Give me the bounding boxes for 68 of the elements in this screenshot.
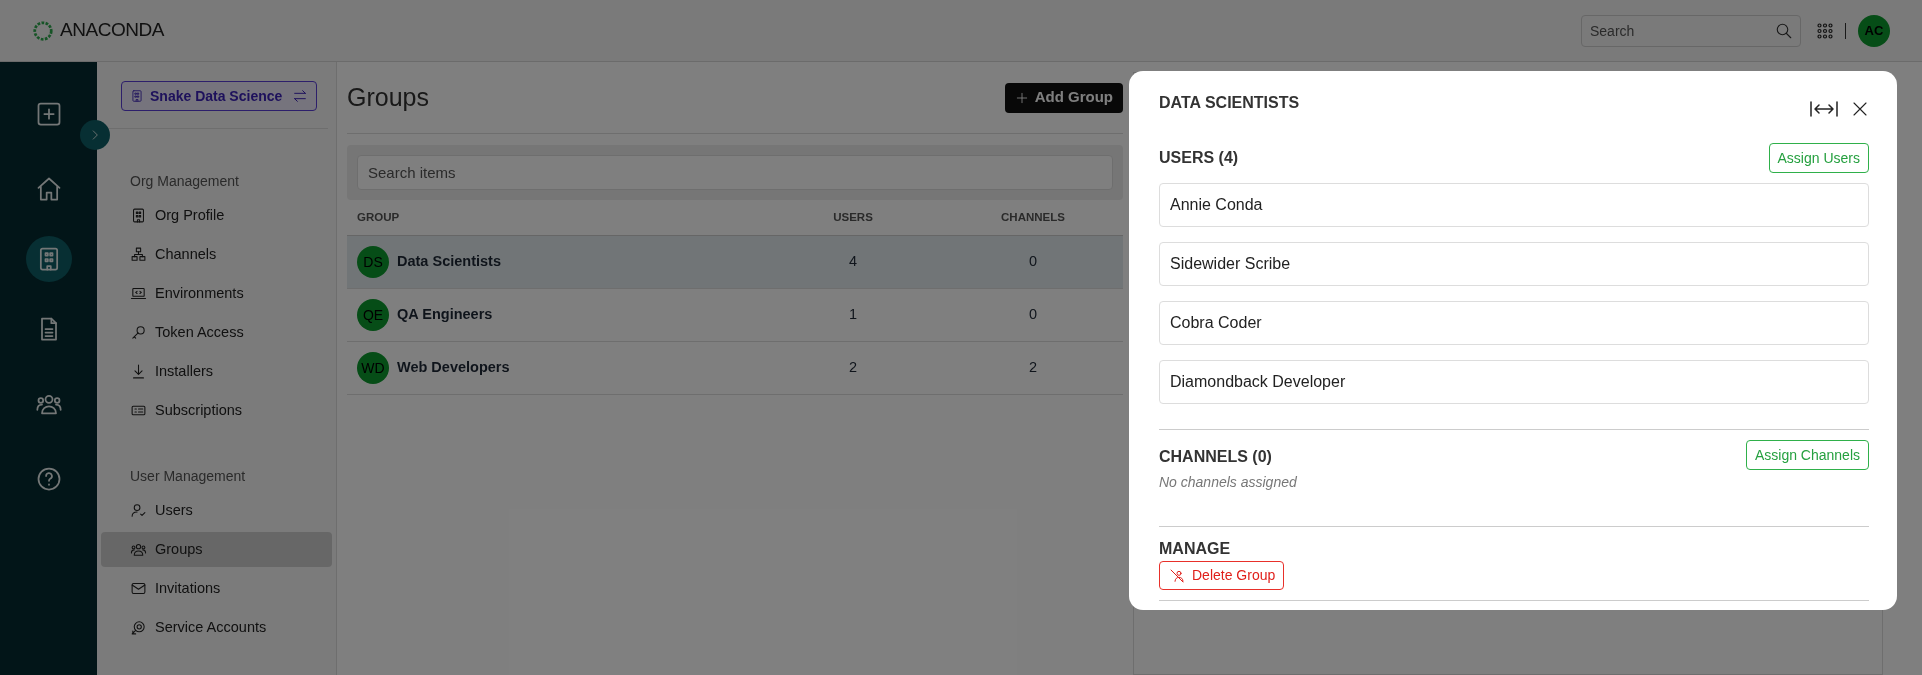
rail-button[interactable] (25, 236, 72, 282)
logo-text: ANACONDA (60, 18, 164, 43)
channels-count: 2 (1028, 359, 1038, 376)
column-header: USERS (833, 210, 873, 223)
laptop-icon (130, 285, 147, 302)
assign-users-button[interactable]: Assign Users (1768, 143, 1869, 173)
empty-channels-text: No channels assigned (1159, 473, 1297, 492)
close-icon (1851, 100, 1869, 118)
drawer-title: DATA SCIENTISTS (1159, 93, 1300, 113)
section-heading: User Management (129, 467, 247, 486)
section-heading: MANAGE (1159, 539, 1231, 559)
sidebar-item[interactable]: Org Profile (101, 198, 332, 233)
users-count: 4 (848, 253, 858, 270)
close-button[interactable] (1851, 100, 1869, 118)
user-check-icon (130, 502, 147, 519)
user-list-item: Diamondback Developer (1159, 360, 1869, 404)
network-icon (130, 246, 147, 263)
sidebar-item[interactable]: Users (101, 493, 332, 528)
page-title: Groups (347, 81, 429, 113)
search-icon (1775, 21, 1793, 40)
section-heading: USERS (4) (1159, 148, 1239, 168)
sidebar-item[interactable]: Subscriptions (101, 393, 332, 428)
group-initials-avatar: WD (357, 352, 389, 384)
building-icon (130, 89, 144, 103)
delete-group-button[interactable]: Delete Group (1159, 561, 1285, 590)
expand-chevron-button[interactable] (80, 120, 110, 150)
group-initials-avatar: DS (357, 246, 389, 278)
sidebar-item[interactable]: Environments (101, 276, 332, 311)
service-icon (130, 619, 147, 636)
sidebar-item[interactable]: Groups (101, 532, 332, 567)
sidebar-item[interactable]: Service Accounts (101, 610, 332, 645)
search-field[interactable]: Search items (357, 155, 1113, 190)
sidebar-item[interactable]: Channels (101, 237, 332, 272)
user-list-item: Annie Conda (1159, 183, 1869, 227)
plus-icon (1014, 90, 1029, 105)
channels-count: 0 (1028, 306, 1038, 323)
users-count: 1 (848, 306, 858, 323)
group-name: QA Engineers (397, 305, 493, 325)
group-row[interactable]: DS Data Scientists 4 0 (347, 236, 1123, 289)
sidebar-item[interactable]: Invitations (101, 571, 332, 606)
apps-grid-icon[interactable] (1817, 22, 1833, 39)
group-name: Web Developers (397, 358, 510, 378)
add-group-button[interactable]: Add Group (1004, 82, 1123, 113)
building-icon (130, 207, 147, 224)
channels-count: 0 (1028, 253, 1038, 270)
group-initials-avatar: QE (357, 299, 389, 331)
user-list-item: Sidewider Scribe (1159, 242, 1869, 286)
column-header: GROUP (357, 210, 400, 223)
swap-arrows-icon (292, 88, 309, 104)
expand-width-button[interactable] (1809, 99, 1839, 119)
section-heading: Org Management (129, 172, 240, 191)
search-field[interactable]: Search (1581, 14, 1801, 47)
section-heading: CHANNELS (0) (1159, 447, 1273, 467)
sidebar-item[interactable]: Token Access (101, 315, 332, 350)
sidebar-item[interactable]: Installers (101, 354, 332, 389)
envelope-icon (130, 580, 147, 597)
column-header: CHANNELS (1001, 210, 1065, 223)
people-crossed-icon (1168, 567, 1186, 584)
org-switcher-button[interactable]: Snake Data Science (121, 81, 318, 111)
group-name: Data Scientists (397, 252, 501, 272)
users-count: 2 (848, 359, 858, 376)
download-icon (130, 363, 147, 380)
people-icon (130, 541, 147, 558)
expand-horizontal-icon (1809, 99, 1839, 119)
key-icon (130, 324, 147, 341)
assign-channels-button[interactable]: Assign Channels (1745, 440, 1869, 470)
user-list-item: Cobra Coder (1159, 301, 1869, 345)
logo-ring-icon (32, 19, 54, 42)
